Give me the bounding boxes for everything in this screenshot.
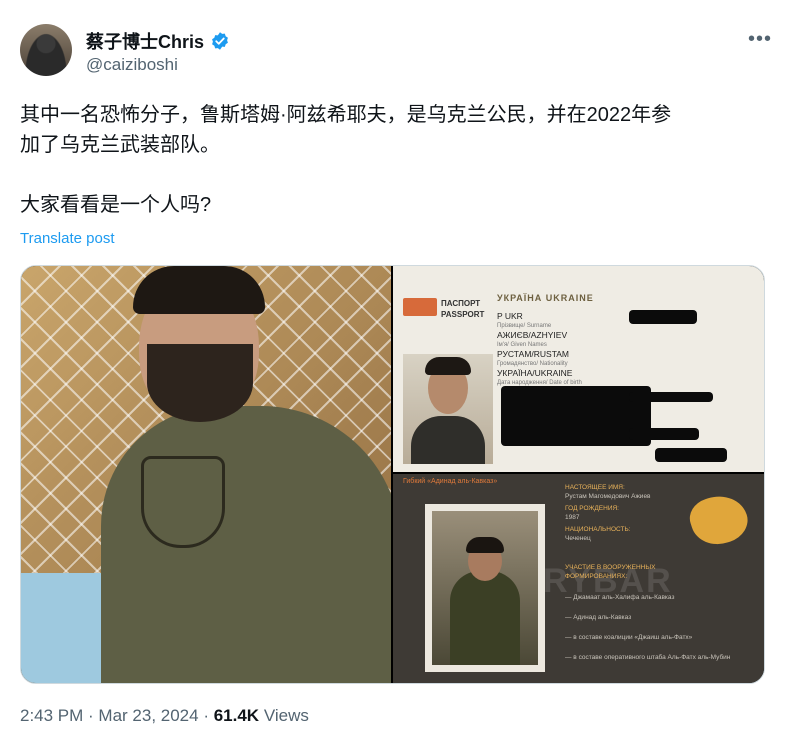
profile-field-label: ГОД РОЖДЕНИЯ:	[565, 505, 619, 512]
profile-field-value: 1987	[565, 514, 580, 521]
map-shape	[684, 488, 754, 552]
passport-nationality-label: Громадянство/ Nationality	[497, 361, 568, 367]
translate-post-link[interactable]: Translate post	[20, 230, 115, 247]
media-photo-passport[interactable]: УКРАЇНА UKRAINE ПАСПОРТ PASSPORT P UKR П…	[393, 266, 764, 472]
profile-field-value: — Джамаат аль-Халифа аль-Кавказ	[565, 594, 675, 601]
post-time[interactable]: 2:43 PM	[20, 706, 83, 725]
post-text-line: 其中一名恐怖分子，鲁斯塔姆·阿兹希耶夫，是乌克兰公民，并在2022年参	[20, 104, 672, 126]
profile-field-label: УЧАСТИЕ В ВООРУЖЕННЫХ	[565, 564, 656, 571]
separator: ·	[198, 706, 214, 725]
passport-given: РУСТАМ/RUSTAM	[497, 349, 570, 359]
passport-country-header: УКРАЇНА UKRAINE	[497, 293, 594, 303]
passport-surname-label: Прізвище/ Surname	[497, 323, 552, 329]
profile-field-value: — в составе оперативного штаба Аль-Фатх …	[565, 654, 731, 661]
soldier-hair	[466, 537, 504, 553]
man-torso	[101, 406, 391, 683]
profile-field-label: ФОРМИРОВАНИЯХ:	[565, 573, 628, 580]
passport-given-label: Ім'я/ Given Names	[497, 342, 547, 348]
post-metadata: 2:43 PM · Mar 23, 2024 · 61.4K Views	[20, 706, 309, 726]
profile-card-photo-inner	[432, 511, 538, 665]
post-header: 蔡子博士Chris @caiziboshi •••	[20, 22, 780, 82]
author-name[interactable]: 蔡子博士Chris	[86, 28, 204, 54]
views-label: Views	[259, 706, 309, 725]
author-handle[interactable]: @caiziboshi	[86, 55, 178, 75]
passport-photo-body	[411, 416, 485, 464]
shirt-emblem	[141, 456, 225, 548]
author-row: 蔡子博士Chris	[86, 28, 230, 54]
soldier-body	[450, 571, 520, 665]
media-grid: УКРАЇНА UKRAINE ПАСПОРТ PASSPORT P UKR П…	[20, 265, 765, 684]
passport-doc-label: ПАСПОРТ PASSPORT	[441, 298, 484, 320]
passport-label-en: PASSPORT	[441, 310, 485, 319]
redaction-mark	[629, 392, 713, 402]
profile-field-label: НАЦИОНАЛЬНОСТЬ:	[565, 526, 631, 533]
separator: ·	[83, 706, 99, 725]
passport-nationality: УКРАЇНА/UKRAINE	[497, 368, 573, 378]
profile-field-label: НАСТОЯЩЕЕ ИМЯ:	[565, 484, 625, 491]
man-hair	[133, 266, 265, 314]
verified-badge-icon	[212, 32, 228, 50]
man-beard	[147, 344, 253, 422]
redaction-mark	[629, 428, 699, 440]
profile-field-value: Рустам Магомедович Ажиев	[565, 493, 651, 500]
more-options-icon[interactable]: •••	[748, 28, 772, 51]
post-text-line: 加了乌克兰武装部队。	[20, 134, 220, 156]
post-date[interactable]: Mar 23, 2024	[98, 706, 198, 725]
passport-surname: АЖИЄВ/AZHYIEV	[497, 330, 568, 340]
passport-photo	[403, 354, 493, 464]
media-photo-profile-card[interactable]: Гибкий «Адинад аль-Кавказ» RYBAR НАСТОЯЩ…	[393, 474, 764, 683]
avatar[interactable]	[20, 24, 72, 76]
passport-label-ua: ПАСПОРТ	[441, 299, 481, 308]
profile-field-value: Чеченец	[565, 535, 591, 542]
profile-field-value: — в составе коалиции «Джаиш аль-Фатх»	[565, 634, 693, 641]
post-text: 其中一名恐怖分子，鲁斯塔姆·阿兹希耶夫，是乌克兰公民，并在2022年参 加了乌克…	[20, 100, 780, 220]
passport-photo-hair	[425, 357, 471, 375]
post-text-line: 大家看看是一个人吗?	[20, 194, 212, 216]
media-photo-detainee[interactable]	[21, 266, 391, 683]
passport-type: P UKR	[497, 311, 523, 321]
passport-emblem-icon	[403, 298, 437, 316]
redaction-mark	[655, 448, 727, 462]
profile-field-value: — Адинад аль-Кавказ	[565, 614, 632, 621]
redaction-mark	[629, 310, 697, 324]
profile-card-photo	[425, 504, 545, 672]
views-count[interactable]: 61.4K	[214, 706, 259, 725]
profile-card-caption: Гибкий «Адинад аль-Кавказ»	[403, 478, 498, 485]
